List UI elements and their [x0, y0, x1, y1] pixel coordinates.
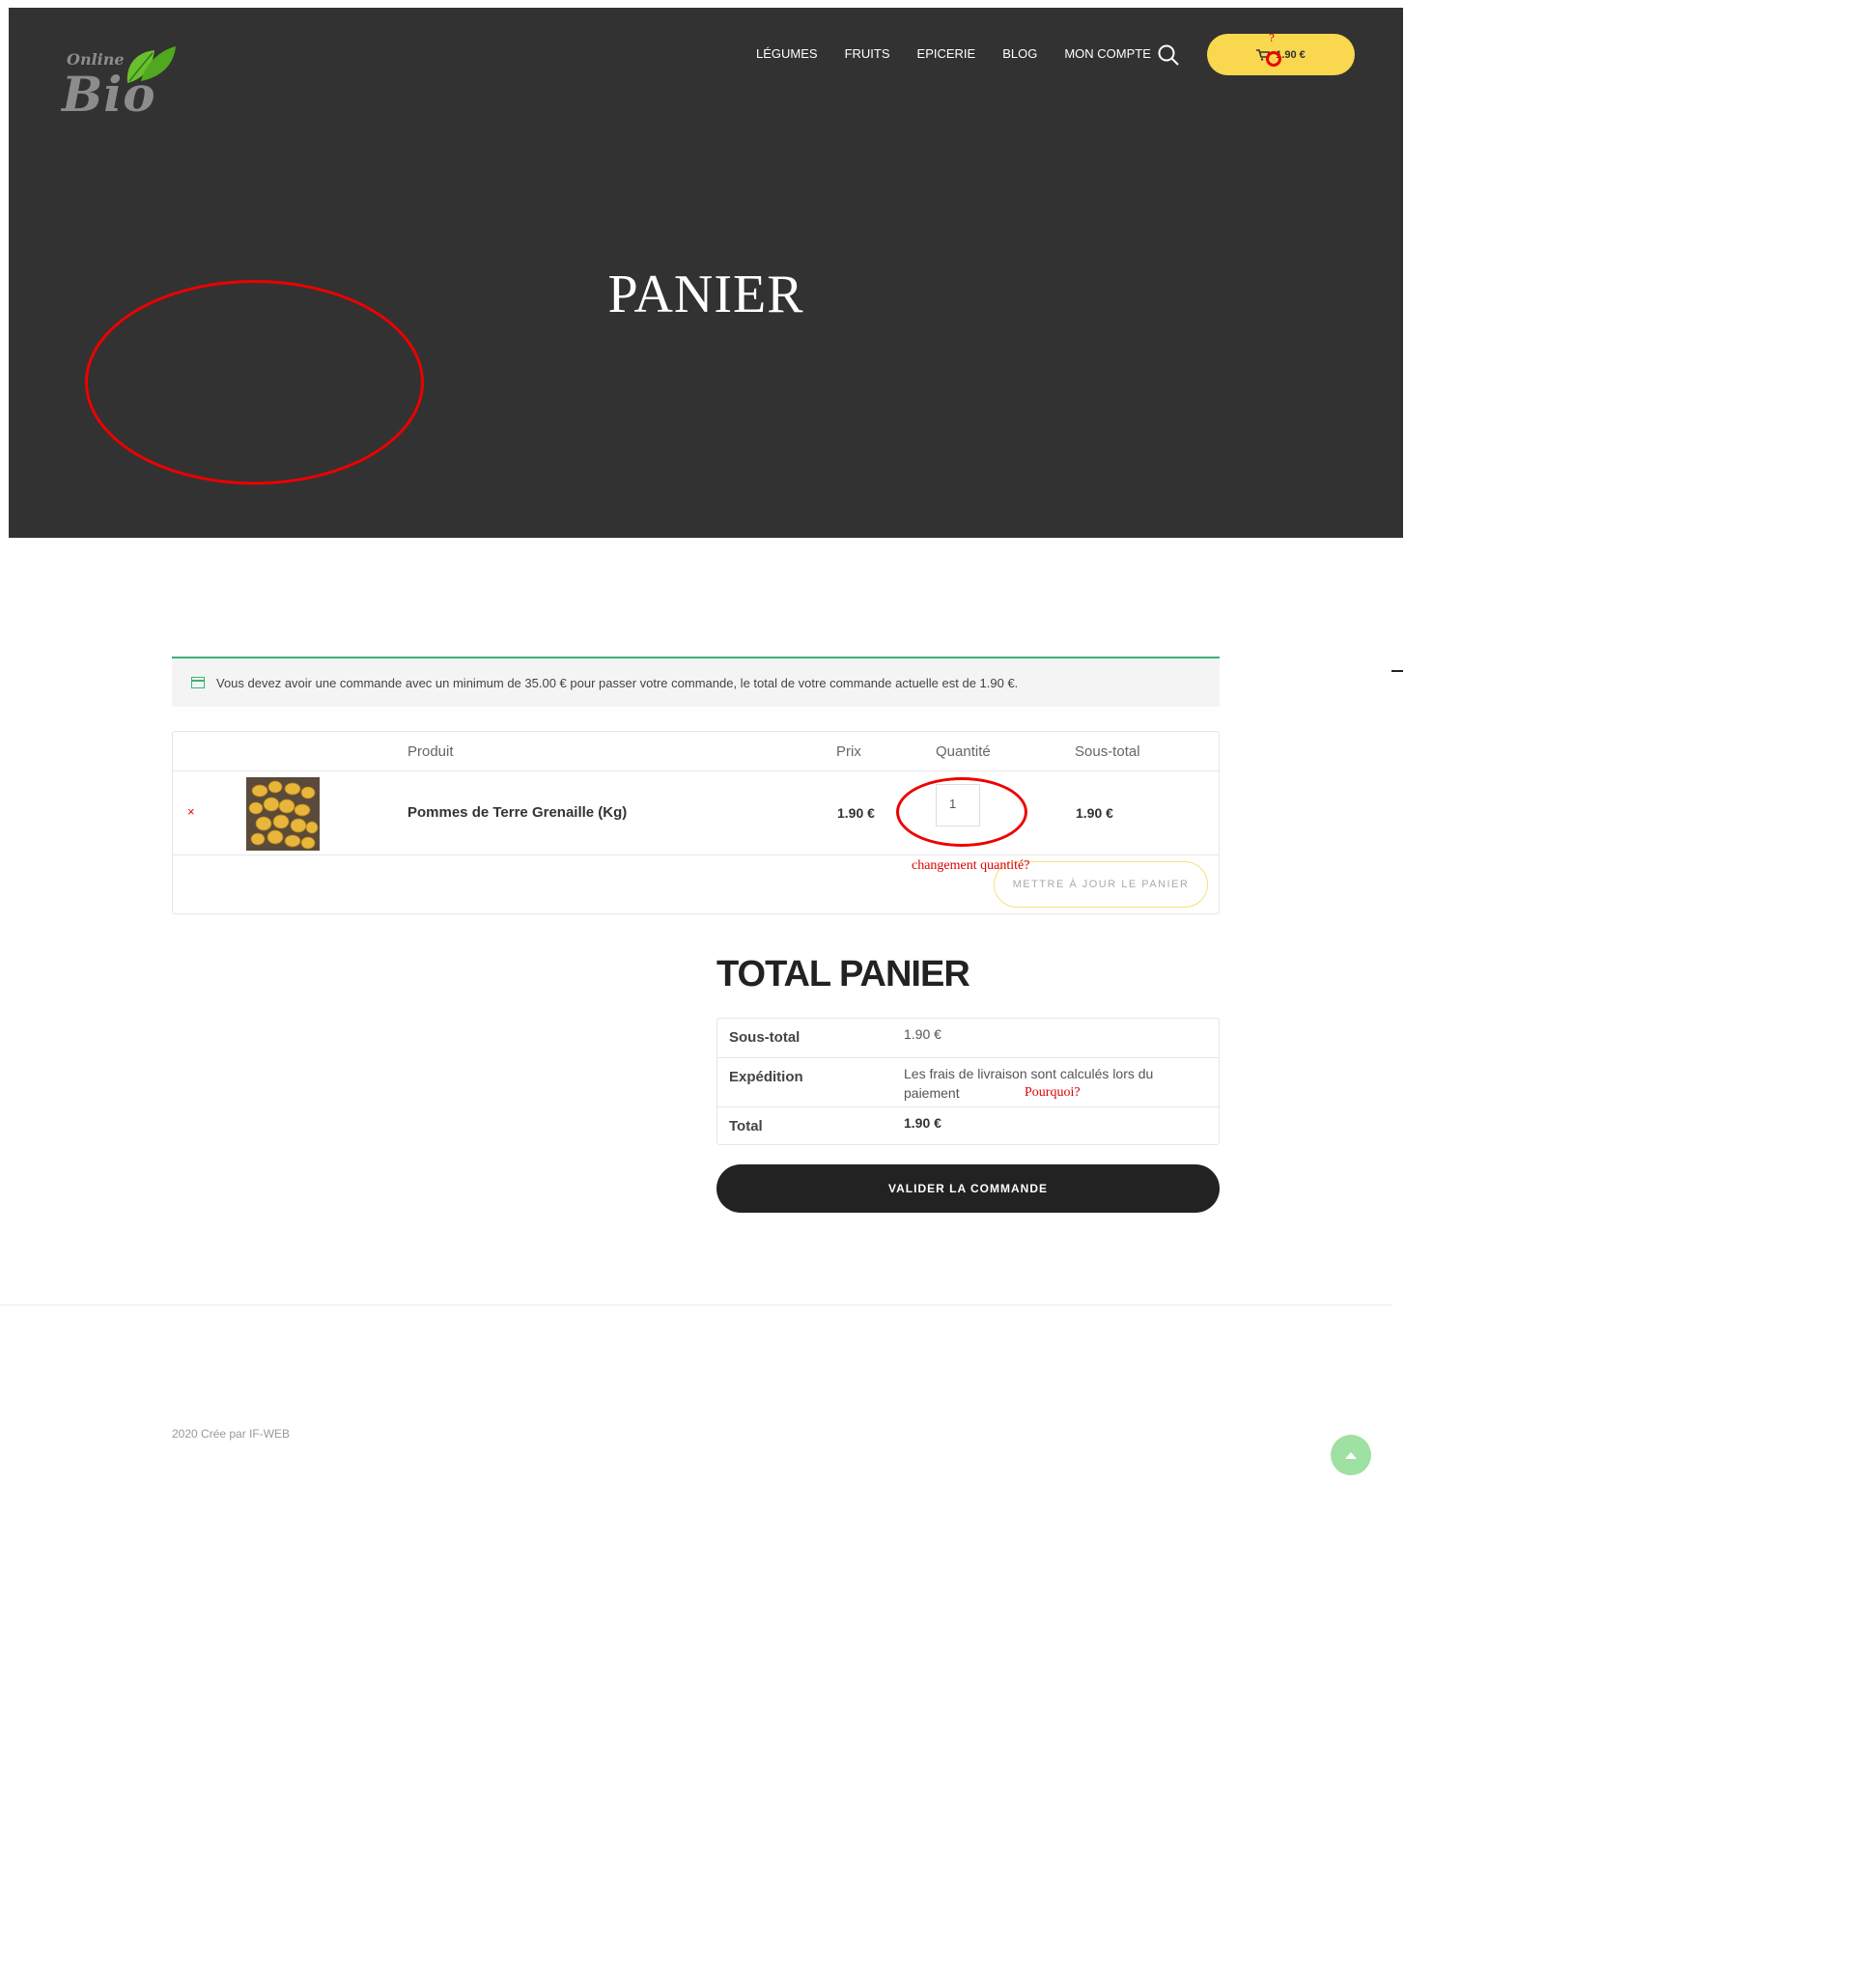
- quantity-annotation-text: changement quantité?: [912, 858, 1030, 873]
- nav-mon-compte[interactable]: MON COMPTE: [1051, 45, 1165, 63]
- notice-text: Vous devez avoir une commande avec un mi…: [216, 675, 1019, 690]
- product-thumbnail[interactable]: [246, 777, 320, 851]
- checkout-button[interactable]: VALIDER LA COMMANDE: [716, 1164, 1220, 1213]
- product-subtotal: 1.90 €: [1076, 805, 1113, 821]
- site-logo[interactable]: Online Bio: [62, 44, 178, 131]
- search-icon[interactable]: [1157, 43, 1180, 67]
- nav-legumes[interactable]: LÉGUMES: [743, 45, 831, 63]
- header-price: Prix: [836, 743, 861, 760]
- cart-table: Produit Prix Quantité Sous-total × Pomme…: [172, 731, 1220, 914]
- header-product: Produit: [407, 743, 454, 760]
- totals-title: TOTAL PANIER: [716, 954, 970, 994]
- footer-credit: 2020 Crée par IF-WEB: [172, 1427, 291, 1441]
- header-subtotal: Sous-total: [1075, 743, 1140, 760]
- subtotal-value: 1.90 €: [904, 1026, 941, 1042]
- nav-epicerie[interactable]: EPICERIE: [904, 45, 990, 63]
- calendar-icon: [191, 677, 205, 688]
- cart-button[interactable]: 1.90 €: [1207, 34, 1355, 75]
- shipping-annotation-text: Pourquoi?: [1025, 1085, 1081, 1100]
- arrow-up-icon: [1345, 1452, 1357, 1459]
- header-quantity: Quantité: [936, 743, 991, 760]
- main-nav: LÉGUMES FRUITS EPICERIE BLOG MON COMPTE: [743, 45, 1165, 63]
- totals-table: Sous-total 1.90 € Expédition Les frais d…: [716, 1018, 1220, 1145]
- row-divider: [173, 854, 1219, 855]
- leaf-icon: [126, 46, 176, 83]
- nav-fruits[interactable]: FRUITS: [831, 45, 904, 63]
- totals-divider-1: [717, 1057, 1219, 1058]
- remove-item-button[interactable]: ×: [187, 804, 195, 819]
- subtotal-label: Sous-total: [729, 1029, 801, 1046]
- annotation-circle-quantity: [896, 777, 1027, 847]
- product-price: 1.90 €: [837, 805, 875, 821]
- totals-divider-2: [717, 1106, 1219, 1107]
- footer-divider: [0, 1304, 1392, 1305]
- total-value: 1.90 €: [904, 1115, 941, 1131]
- cart-count-annotation-circle: [1266, 51, 1281, 67]
- hero-banner: Online Bio LÉGUMES FRUITS EPICERIE BLOG …: [9, 8, 1403, 538]
- edge-dash: [1391, 670, 1403, 672]
- nav-blog[interactable]: BLOG: [989, 45, 1051, 63]
- minimum-order-notice: Vous devez avoir une commande avec un mi…: [172, 657, 1220, 707]
- total-label: Total: [729, 1118, 763, 1134]
- header-divider: [173, 770, 1219, 771]
- scroll-to-top-button[interactable]: [1331, 1435, 1371, 1475]
- shipping-label: Expédition: [729, 1069, 803, 1085]
- cart-question-annotation: ?: [1269, 32, 1275, 44]
- annotation-circle-empty-area: [85, 280, 424, 485]
- product-name-link[interactable]: Pommes de Terre Grenaille (Kg): [407, 804, 627, 821]
